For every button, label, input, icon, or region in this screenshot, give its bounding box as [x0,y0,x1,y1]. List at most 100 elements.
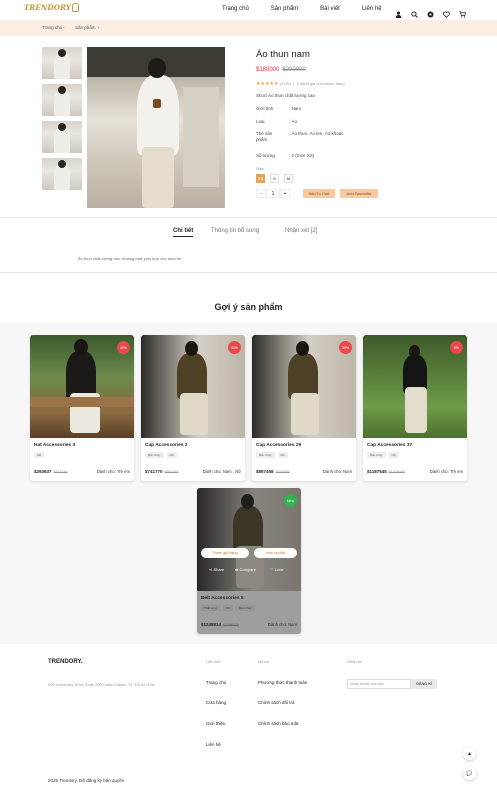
compare-label: Compare [239,567,256,572]
view-details-button[interactable]: Xem chi tiết [254,548,297,558]
increment-button[interactable]: + [280,189,290,198]
add-to-cart-button[interactable]: Add To Cart [303,189,335,198]
price: $1187545 [367,469,387,474]
compare-button[interactable]: ⇄ Compare [235,567,256,572]
thumbnail-4[interactable] [42,158,82,190]
tab-reviews[interactable]: Nhận xét [2] [285,228,317,234]
product-card[interactable]: 30% Cap Accessories 2 Bán chạy Mũ $741770… [141,335,245,481]
brand-logo[interactable]: TRENDORY [24,3,80,12]
card-image: 30% [252,335,356,438]
card-audience: Dành cho: Trẻ em [429,469,463,474]
spec-value: Áo thun, Áo len, Áo khoác [291,131,344,136]
tag: Bán chạy [145,452,164,458]
heart-icon: ♡ [270,567,274,572]
user-icon[interactable] [395,5,402,18]
decrement-button[interactable]: - [256,189,266,198]
newsletter-email-input[interactable]: Nhập email của bạn [347,679,411,689]
card-tags: Mũ [34,452,45,458]
tag: Mũ [277,452,288,458]
card-tags: Bán chạy Mũ [256,452,288,458]
newsletter-subscribe-button[interactable]: ĐĂNG KÍ [411,679,437,689]
header-icons [395,5,467,18]
breadcrumb-products[interactable]: Sản phẩm [75,25,96,30]
footer-link[interactable]: Phương thức thanh toán [258,680,307,685]
breadcrumb-sep: › [98,25,100,30]
newsletter-form: Nhập email của bạn ĐĂNG KÍ [347,679,437,689]
card-audience: Dành cho: Trẻ em [96,469,130,474]
quantity-value[interactable]: 1 [266,189,280,198]
size-option-xs[interactable]: XS [256,174,265,183]
card-hover-overlay: Thêm giỏ hàng Xem chi tiết ⋖ Share ⇄ Com… [197,488,301,634]
product-card[interactable]: 30% Cap Accessories 29 Bán chạy Mũ $85745… [252,335,356,481]
spec-value: 2 (Size XS) [291,153,315,158]
size-option-s[interactable]: S [270,174,279,183]
footer-link[interactable]: Liên hệ [206,742,221,747]
card-audience: Dành cho: Nam [322,469,352,474]
footer-link[interactable]: Cửa hàng [206,700,226,705]
product-card[interactable]: 40% Hat Accessories 3 Mũ $293637 $323189 … [30,335,134,481]
scroll-top-button[interactable]: ▲ [463,747,476,760]
card-image: 30% [141,335,245,438]
old-price: $323189 [53,470,68,474]
price: $857458 [256,469,274,474]
rating-score: (4.5/5) [279,81,292,86]
tab-content: Áo thun chất lượng cao, thoáng mát, phù … [78,256,182,261]
current-price: $180000 [256,67,280,73]
thumbnail-3[interactable] [42,121,82,153]
share-button[interactable]: ⋖ Share [209,567,224,572]
breadcrumb-home[interactable]: Trang chủ [42,25,62,30]
page: TRENDORY Trang chủ Sản phẩm Bài viết Liê… [0,0,497,801]
card-tags: Bán chạy Mũ [145,452,177,458]
nav-blog[interactable]: Bài viết [320,6,340,12]
share-label: Share [213,567,225,572]
footer-address: 400 University Drive Suite 200 Coral Gab… [48,682,155,687]
spec-label: Loại [256,119,265,124]
card-price: $741770 $882248 [145,469,179,474]
footer-link[interactable]: Chính sách đổi trả [258,700,295,705]
nav-contact[interactable]: Liên hệ [362,6,382,12]
size-label: Size [256,166,264,171]
spec-row: Số lượng: 2 (Size XS) [256,153,315,158]
tag: Mũ [166,452,177,458]
card-price: $857458 $976595 [256,469,290,474]
review-count[interactable]: 2 đánh giá của khách hàng [297,81,345,86]
search-icon[interactable] [411,5,418,18]
footer-link[interactable]: Trang chủ [206,680,226,685]
footer-link[interactable]: Giới thiệu [206,721,225,726]
thumbnail-2[interactable] [42,84,82,116]
add-to-cart-button[interactable]: Thêm giỏ hàng [201,548,249,558]
size-selector: XS S M [256,174,293,183]
tag: Bán chạy [256,452,275,458]
card-name[interactable]: Cap Accessories 2 [145,443,188,448]
card-name[interactable]: Hat Accessories 3 [34,443,75,448]
compare-icon: ⇄ [235,567,239,572]
add-favourite-button[interactable]: Add Favourite [340,189,378,198]
size-option-m[interactable]: M [284,174,293,183]
footer-link[interactable]: Chính sách bảo mật [258,721,298,726]
old-price: $882248 [164,470,179,474]
product-card[interactable]: 5% Cap Accessories 37 Bán chạy Mũ $118754… [363,335,467,481]
nav-home[interactable]: Trang chủ [222,6,249,12]
thumbnail-1[interactable] [42,47,82,79]
chat-button[interactable]: 💬 [463,767,476,780]
spec-row: Loại: Áo [256,119,298,124]
site-header: TRENDORY Trang chủ Sản phẩm Bài viết Liê… [0,0,497,20]
nav-products[interactable]: Sản phẩm [271,6,298,12]
old-price: $200000 [282,67,306,73]
tab-additional-info[interactable]: Thông tin bổ sung [211,228,259,234]
card-image: 40% [30,335,134,438]
short-description: Short Áo thun chất lượng cao [256,93,315,98]
card-audience: Dành cho: Nam , Nữ [202,469,241,474]
breadcrumb: Trang chủ › Sản phẩm › [0,20,497,36]
card-name[interactable]: Cap Accessories 37 [367,443,412,448]
share-icon: ⋖ [209,567,213,572]
card-name[interactable]: Cap Accessories 29 [256,443,301,448]
tab-details[interactable]: Chi tiết [173,228,194,237]
spec-row: Thẻ sản phẩm: Áo thun, Áo len, Áo khoác [256,131,344,142]
cart-icon[interactable] [459,5,467,18]
globe-icon[interactable] [427,5,434,18]
product-card-hovered[interactable]: Belt Accessories 5 Thắt lưng Mũ Bán chạy $… [197,488,301,634]
heart-icon[interactable] [443,5,450,18]
love-button[interactable]: ♡ Love [270,567,283,572]
old-price: $976595 [275,470,290,474]
